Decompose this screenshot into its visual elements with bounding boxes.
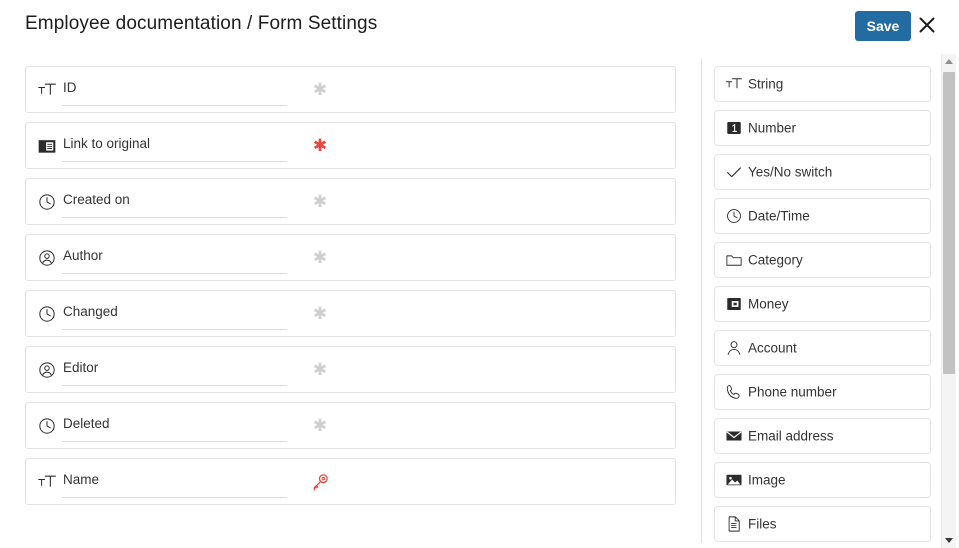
form-row[interactable]: Deleted ✱ <box>25 402 676 449</box>
form-row[interactable]: Link to original ✱ <box>25 122 676 169</box>
palette-item-label: Date/Time <box>748 208 810 224</box>
scroll-up-button[interactable] <box>942 54 956 69</box>
close-icon <box>918 16 936 34</box>
optional-asterisk-icon[interactable]: ✱ <box>309 359 331 381</box>
palette-item-phone-number[interactable]: Phone number <box>714 374 931 410</box>
check-icon <box>724 162 744 182</box>
text-format-icon <box>724 74 744 94</box>
field-name-input[interactable]: ID <box>62 76 287 106</box>
palette-item-image[interactable]: Image <box>714 462 931 498</box>
palette-item-date-time[interactable]: Date/Time <box>714 198 931 234</box>
clock-icon <box>36 415 58 437</box>
palette-item-files[interactable]: Files <box>714 506 931 542</box>
palette-item-label: Phone number <box>748 384 837 400</box>
form-row-label: Author <box>63 248 103 263</box>
scrollbar-thumb[interactable] <box>943 72 955 374</box>
form-row-label: Deleted <box>63 416 110 431</box>
form-row[interactable]: Created on ✱ <box>25 178 676 225</box>
field-type-palette: String Number Yes/No switch Date/Time Catego… <box>714 66 931 548</box>
palette-item-label: Image <box>748 472 786 488</box>
form-row-label: Created on <box>63 192 130 207</box>
form-row[interactable]: ID ✱ <box>25 66 676 113</box>
clock-icon <box>724 206 744 226</box>
triangle-down-icon <box>945 538 953 543</box>
palette-item-yes-no-switch[interactable]: Yes/No switch <box>714 154 931 190</box>
optional-asterisk-icon[interactable]: ✱ <box>309 415 331 437</box>
field-name-input[interactable]: Created on <box>62 188 287 218</box>
close-button[interactable] <box>915 13 939 37</box>
optional-asterisk-icon[interactable]: ✱ <box>309 191 331 213</box>
image-icon <box>724 470 744 490</box>
optional-asterisk-icon[interactable]: ✱ <box>309 247 331 269</box>
optional-asterisk-icon[interactable]: ✱ <box>309 303 331 325</box>
triangle-up-icon <box>945 59 953 64</box>
form-row[interactable]: Author ✱ <box>25 234 676 281</box>
form-row-label: Link to original <box>63 136 151 151</box>
field-name-input[interactable]: Changed <box>62 300 287 330</box>
form-row[interactable]: Editor ✱ <box>25 346 676 393</box>
field-name-input[interactable]: Name <box>62 468 287 498</box>
palette-item-account[interactable]: Account <box>714 330 931 366</box>
palette-item-label: String <box>748 76 784 92</box>
folder-icon <box>724 250 744 270</box>
field-name-input[interactable]: Editor <box>62 356 287 386</box>
document-icon <box>724 514 744 534</box>
form-row[interactable]: Changed ✱ <box>25 290 676 337</box>
palette-item-category[interactable]: Category <box>714 242 931 278</box>
palette-item-label: Category <box>748 252 803 268</box>
save-button[interactable]: Save <box>855 11 911 41</box>
header-bar: Employee documentation / Form Settings S… <box>0 0 959 52</box>
field-name-input[interactable]: Author <box>62 244 287 274</box>
form-row-label: ID <box>63 80 77 95</box>
optional-asterisk-icon[interactable]: ✱ <box>309 79 331 101</box>
palette-item-label: Number <box>748 120 797 136</box>
money-box-icon <box>724 294 744 314</box>
text-format-icon <box>36 471 58 493</box>
clock-icon <box>36 303 58 325</box>
panel-divider <box>701 58 702 543</box>
palette-scrollbar[interactable] <box>941 54 956 548</box>
form-row[interactable]: Name <box>25 458 676 505</box>
palette-item-label: Email address <box>748 428 834 444</box>
palette-item-number[interactable]: Number <box>714 110 931 146</box>
user-circle-icon <box>36 359 58 381</box>
text-format-icon <box>36 79 58 101</box>
form-field-list: ID ✱ Link to original ✱ Created on ✱ Author ✱ Ch… <box>25 66 676 536</box>
phone-icon <box>724 382 744 402</box>
user-circle-icon <box>36 247 58 269</box>
form-row-label: Name <box>63 472 100 487</box>
field-name-input[interactable]: Link to original <box>62 132 287 162</box>
envelope-icon <box>724 426 744 446</box>
user-icon <box>724 338 744 358</box>
palette-item-string[interactable]: String <box>714 66 931 102</box>
palette-item-label: Money <box>748 296 789 312</box>
palette-item-label: Files <box>748 516 777 532</box>
clock-icon <box>36 191 58 213</box>
form-row-label: Changed <box>63 304 118 319</box>
palette-item-label: Account <box>748 340 797 356</box>
palette-item-money[interactable]: Money <box>714 286 931 322</box>
page-layout-icon <box>36 135 58 157</box>
palette-item-label: Yes/No switch <box>748 164 833 180</box>
number-box-icon <box>724 118 744 138</box>
required-asterisk-icon[interactable]: ✱ <box>309 135 331 157</box>
page-title: Employee documentation / Form Settings <box>25 13 378 34</box>
scroll-down-button[interactable] <box>942 533 956 548</box>
key-icon[interactable] <box>309 471 331 493</box>
palette-item-email-address[interactable]: Email address <box>714 418 931 454</box>
form-row-label: Editor <box>63 360 99 375</box>
field-name-input[interactable]: Deleted <box>62 412 287 442</box>
